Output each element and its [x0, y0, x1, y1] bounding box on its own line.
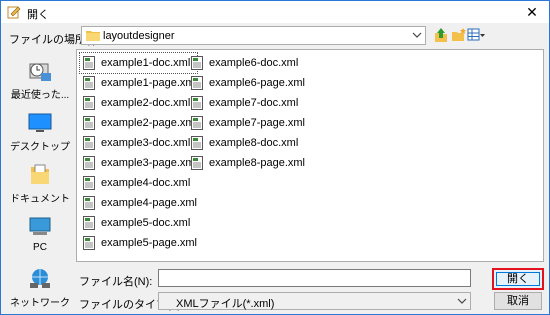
file-item[interactable]: example2-page.xml	[80, 113, 197, 133]
xml-file-icon	[83, 56, 95, 70]
xml-file-icon	[83, 116, 95, 130]
file-item[interactable]: example6-doc.xml	[188, 53, 305, 73]
file-item[interactable]: example5-doc.xml	[80, 213, 197, 233]
xml-file-icon	[83, 176, 95, 190]
file-name: example7-page.xml	[209, 117, 305, 129]
xml-file-icon	[191, 116, 203, 130]
xml-file-icon	[191, 76, 203, 90]
place-recent[interactable]: 最近使った...	[9, 59, 71, 101]
file-item[interactable]: example8-doc.xml	[188, 133, 305, 153]
file-item[interactable]: example6-page.xml	[188, 73, 305, 93]
chevron-down-icon	[457, 298, 467, 304]
xml-file-icon	[83, 156, 95, 170]
chevron-down-icon	[412, 32, 422, 38]
open-button-label: 開く	[496, 272, 540, 286]
xml-file-icon	[83, 76, 95, 90]
xml-file-icon	[83, 96, 95, 110]
file-name: example8-doc.xml	[209, 137, 299, 149]
look-in-value: layoutdesigner	[103, 30, 175, 42]
file-item[interactable]: example1-doc.xml	[79, 52, 198, 74]
xml-file-icon	[191, 136, 203, 150]
file-item[interactable]: example2-doc.xml	[80, 93, 197, 113]
file-item[interactable]: example7-doc.xml	[188, 93, 305, 113]
file-item[interactable]: example7-page.xml	[188, 113, 305, 133]
file-item[interactable]: example4-doc.xml	[80, 173, 197, 193]
place-label-desktop: デスクトップ	[10, 142, 70, 153]
close-button[interactable]: ✕	[515, 1, 549, 23]
place-label-pc: PC	[33, 242, 47, 253]
file-name: example8-page.xml	[209, 157, 305, 169]
new-folder-icon[interactable]	[451, 27, 467, 43]
file-item[interactable]: example4-page.xml	[80, 193, 197, 213]
filetype-combo[interactable]: XMLファイル(*.xml)	[158, 292, 471, 310]
file-name: example5-page.xml	[101, 237, 197, 249]
desktop-icon	[28, 113, 52, 132]
filename-label: ファイル名(N):	[79, 276, 153, 288]
file-name: example2-doc.xml	[101, 97, 191, 109]
file-list[interactable]: example1-doc.xml example1-page.xml example…	[76, 49, 544, 262]
pc-icon	[29, 217, 51, 235]
place-pc[interactable]: PC	[9, 215, 71, 253]
open-button[interactable]: 開く	[492, 268, 544, 290]
xml-file-icon	[83, 236, 95, 250]
file-item[interactable]: example3-doc.xml	[80, 133, 197, 153]
title-bar: 開く ✕	[1, 1, 549, 23]
cancel-button[interactable]: 取消	[494, 292, 542, 310]
file-column-1: example1-doc.xml example1-page.xml example…	[79, 52, 198, 253]
view-menu-icon[interactable]	[467, 27, 485, 43]
filetype-value: XMLファイル(*.xml)	[176, 298, 275, 310]
file-name: example4-doc.xml	[101, 177, 191, 189]
recent-places-icon	[29, 63, 51, 81]
file-name: example3-page.xml	[101, 157, 197, 169]
file-name: example6-page.xml	[209, 77, 305, 89]
folder-icon	[86, 31, 100, 41]
xml-file-icon	[191, 56, 203, 70]
up-folder-icon[interactable]	[433, 27, 449, 43]
file-name: example4-page.xml	[101, 197, 197, 209]
file-item[interactable]: example5-page.xml	[80, 233, 197, 253]
file-name: example2-page.xml	[101, 117, 197, 129]
xml-file-icon	[83, 196, 95, 210]
file-name: example1-doc.xml	[101, 57, 191, 69]
place-desktop[interactable]: デスクトップ	[9, 111, 71, 153]
documents-icon	[31, 164, 49, 184]
open-dialog: 開く ✕ ファイルの場所(I): layoutdesigner 最近使った...…	[0, 0, 550, 315]
dialog-app-icon	[7, 6, 21, 19]
file-name: example7-doc.xml	[209, 97, 299, 109]
file-item[interactable]: example8-page.xml	[188, 153, 305, 173]
file-name: example1-page.xml	[101, 77, 197, 89]
xml-file-icon	[191, 156, 203, 170]
file-column-2: example6-doc.xml example6-page.xml example…	[188, 53, 305, 173]
file-name: example5-doc.xml	[101, 217, 191, 229]
xml-file-icon	[83, 216, 95, 230]
network-icon	[30, 269, 50, 288]
places-bar: 最近使った... デスクトップ ドキュメント PC ネットワーク	[9, 49, 71, 311]
place-label-network: ネットワーク	[10, 298, 70, 309]
place-label-documents: ドキュメント	[10, 194, 70, 205]
place-label-recent: 最近使った...	[10, 90, 70, 101]
file-name: example3-doc.xml	[101, 137, 191, 149]
place-documents[interactable]: ドキュメント	[9, 163, 71, 205]
dialog-title: 開く	[27, 9, 49, 21]
filename-input[interactable]	[158, 269, 471, 287]
file-name: example6-doc.xml	[209, 57, 299, 69]
look-in-combo[interactable]: layoutdesigner	[81, 26, 426, 45]
xml-file-icon	[191, 96, 203, 110]
file-item[interactable]: example1-page.xml	[80, 73, 197, 93]
place-network[interactable]: ネットワーク	[9, 267, 71, 309]
xml-file-icon	[83, 136, 95, 150]
file-item[interactable]: example3-page.xml	[80, 153, 197, 173]
